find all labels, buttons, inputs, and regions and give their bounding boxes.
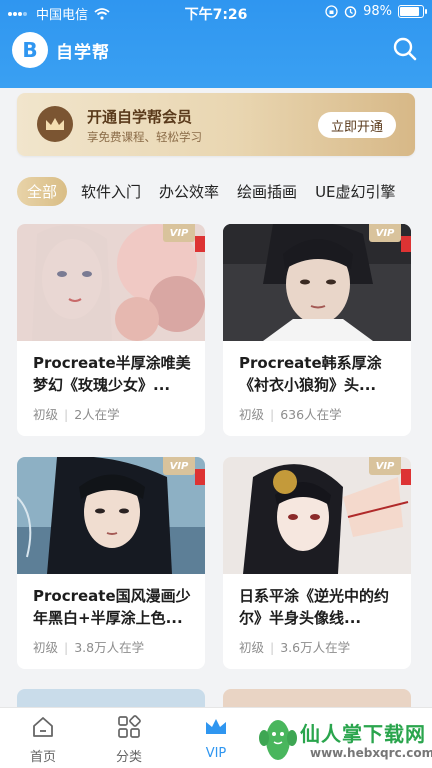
battery-percent: 98%	[363, 4, 392, 19]
course-learners: 3.8万人在学	[74, 640, 145, 655]
crown-icon	[37, 106, 73, 142]
watermark: 仙人掌下载网 www.hebxqrc.com	[256, 712, 432, 768]
tab-home-label: 首页	[29, 750, 56, 765]
course-meta: 初级 | 3.6万人在学	[239, 640, 351, 655]
category-tab-all[interactable]: 全部	[17, 176, 68, 206]
course-card[interactable]: VIP Procreate国风漫画少年黑白+半厚涂上色... 初级 | 3.8万人在…	[17, 457, 205, 669]
course-meta: 初级 | 2人在学	[33, 407, 120, 422]
vip-banner[interactable]: 开通自学帮会员 享免费课程、轻松学习 立即开通	[17, 93, 415, 156]
course-level: 初级	[33, 407, 59, 422]
course-level: 初级	[239, 407, 265, 422]
search-icon[interactable]	[392, 36, 418, 62]
course-title: 日系平涂《逆光中的约尔》半身头像线...	[239, 587, 390, 627]
grid-icon	[118, 715, 141, 738]
course-title: Procreate半厚涂唯美梦幻《玫瑰少女》...	[33, 354, 191, 394]
bottom-tab-bar: 首页 分类 VIP 仙人掌下载网 www.hebxqrc.com	[0, 707, 432, 768]
course-learners: 3.6万人在学	[280, 640, 351, 655]
corner-ribbon	[195, 236, 205, 252]
watermark-url: www.hebxqrc.com	[310, 746, 432, 760]
category-tab-software[interactable]: 软件入门	[77, 181, 145, 202]
course-meta: 初级 | 636人在学	[239, 407, 342, 422]
corner-ribbon	[401, 469, 411, 485]
category-tab-illustration[interactable]: 绘画插画	[233, 181, 301, 202]
course-card[interactable]	[17, 689, 205, 709]
watermark-text: 仙人掌下载网	[300, 722, 426, 746]
alarm-icon	[344, 6, 357, 18]
vip-badge: VIP	[163, 457, 195, 475]
corner-ribbon	[195, 469, 205, 485]
cactus-logo-icon	[259, 720, 297, 760]
crown-icon	[206, 719, 226, 734]
vip-banner-title: 开通自学帮会员	[87, 108, 193, 126]
vip-badge: VIP	[369, 224, 401, 242]
course-level: 初级	[33, 640, 59, 655]
vip-banner-subtitle: 享免费课程、轻松学习	[87, 130, 202, 144]
course-learners: 636人在学	[280, 407, 342, 422]
category-tabs: 全部 软件入门 办公效率 绘画插画 UE虚幻引擎	[17, 176, 432, 206]
home-icon	[33, 717, 53, 737]
vip-badge: VIP	[163, 224, 195, 242]
course-meta: 初级 | 3.8万人在学	[33, 640, 145, 655]
tab-home[interactable]: 首页	[3, 714, 83, 765]
course-card[interactable]: VIP 日系平涂《逆光中的约尔》半身头像线... 初级 | 3.6万人在学	[223, 457, 411, 669]
tab-category[interactable]: 分类	[89, 714, 169, 765]
course-card[interactable]	[223, 689, 411, 709]
vip-badge: VIP	[369, 457, 401, 475]
corner-ribbon	[401, 236, 411, 252]
category-tab-office[interactable]: 办公效率	[155, 181, 223, 202]
lock-rotation-icon	[325, 5, 338, 18]
course-card[interactable]: VIP Procreate半厚涂唯美梦幻《玫瑰少女》... 初级 | 2人在学	[17, 224, 205, 436]
course-title: Procreate韩系厚涂《衬衣小狼狗》头...	[239, 354, 382, 394]
tab-vip-label: VIP	[205, 746, 227, 761]
app-header: B 自学帮	[0, 30, 432, 70]
course-title: Procreate国风漫画少年黑白+半厚涂上色...	[33, 587, 191, 627]
category-tab-ue[interactable]: UE虚幻引擎	[311, 181, 399, 202]
tab-category-label: 分类	[115, 750, 142, 765]
course-learners: 2人在学	[74, 407, 120, 422]
app-logo: B	[12, 32, 48, 68]
course-card[interactable]: VIP Procreate韩系厚涂《衬衣小狼狗》头... 初级 | 636人在学	[223, 224, 411, 436]
course-level: 初级	[239, 640, 265, 655]
app-title: 自学帮	[56, 43, 110, 63]
logo-letter: B	[22, 38, 38, 62]
open-vip-button[interactable]: 立即开通	[318, 112, 396, 138]
battery-icon	[398, 5, 427, 18]
status-bar: 中国电信 下午7:26 98%	[0, 0, 432, 24]
tab-vip[interactable]: VIP	[176, 714, 256, 761]
